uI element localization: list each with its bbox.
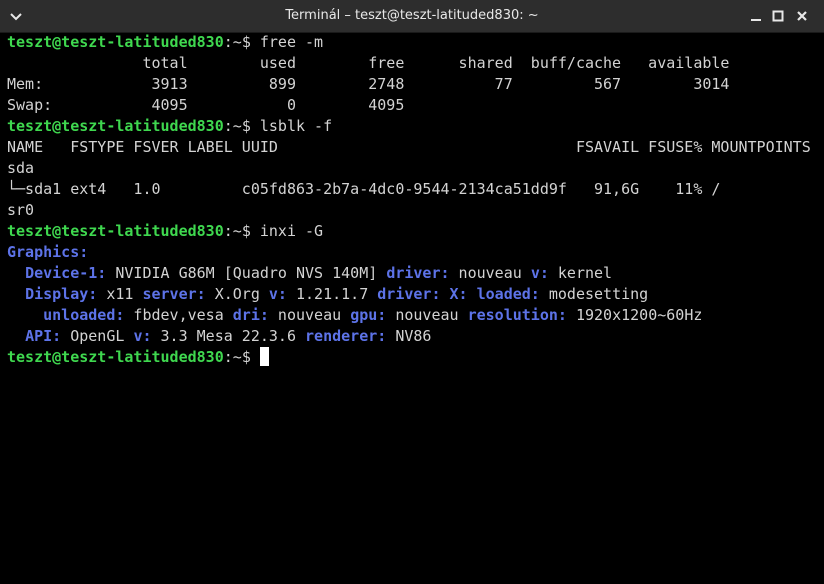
chevron-down-icon[interactable] [6, 6, 26, 26]
command: free -m [259, 33, 324, 51]
prompt-symbol: $ [241, 33, 260, 51]
prompt-user: teszt@teszt-latituded830 [7, 117, 224, 135]
text-cursor [259, 347, 269, 366]
prompt-path: :~ [223, 33, 242, 51]
prompt-user: teszt@teszt-latituded830 [7, 348, 224, 366]
output-line: unloaded: fbdev,vesa dri: nouveau gpu: n… [7, 305, 822, 326]
x-label: X: [449, 285, 468, 303]
output-line: Graphics: [7, 242, 822, 263]
version-label: v: [530, 264, 549, 282]
display-label: Display: [25, 285, 98, 303]
api-label: API: [25, 327, 62, 345]
device-driver: nouveau [449, 264, 531, 282]
output-line: └─sda1 ext4 1.0 c05fd863-2b7a-4dc0-9544-… [7, 180, 721, 198]
prompt-symbol: $ [241, 222, 260, 240]
prompt-line: teszt@teszt-latituded830:~$ lsblk -f [7, 116, 822, 137]
device-version: kernel [548, 264, 613, 282]
prompt-path: :~ [223, 348, 242, 366]
unloaded-label: unloaded: [43, 306, 125, 324]
prompt-user: teszt@teszt-latituded830 [7, 33, 224, 51]
output-line: Mem: 3913 899 2748 77 567 3014 [7, 75, 730, 93]
output-line: sr0 [7, 201, 35, 219]
renderer-label: renderer: [305, 327, 387, 345]
window-title: Terminál – teszt@teszt-latituded830: ~ [285, 8, 539, 23]
prompt-path: :~ [223, 117, 242, 135]
api-value: OpenGL [61, 327, 134, 345]
prompt-line: teszt@teszt-latituded830:~$ free -m [7, 32, 822, 53]
unloaded-value: fbdev,vesa [124, 306, 233, 324]
output-line: Swap: 4095 0 4095 [7, 96, 405, 114]
version-label: v: [133, 327, 152, 345]
minimize-icon[interactable] [746, 6, 766, 26]
resolution-label: resolution: [467, 306, 567, 324]
driver-label: driver: [377, 285, 441, 303]
prompt-path: :~ [223, 222, 242, 240]
prompt-symbol: $ [241, 348, 260, 366]
output-line: Display: x11 server: X.Org v: 1.21.1.7 d… [7, 284, 822, 305]
resolution-value: 1920x1200~60Hz [566, 306, 703, 324]
gpu-value: nouveau [386, 306, 468, 324]
command: lsblk -f [259, 117, 333, 135]
prompt-line: teszt@teszt-latituded830:~$ inxi -G [7, 221, 822, 242]
graphics-label: Graphics: [7, 243, 89, 261]
renderer-value: NV86 [386, 327, 432, 345]
loaded-label: loaded: [476, 285, 540, 303]
output-line: API: OpenGL v: 3.3 Mesa 22.3.6 renderer:… [7, 326, 822, 347]
command: inxi -G [259, 222, 324, 240]
output-line: Device-1: NVIDIA G86M [Quadro NVS 140M] … [7, 263, 822, 284]
output-line: sda [7, 159, 35, 177]
server-value: X.Org [205, 285, 269, 303]
server-version: 1.21.1.7 [286, 285, 378, 303]
version-label: v: [268, 285, 287, 303]
device-value: NVIDIA G86M [Quadro NVS 140M] [106, 264, 387, 282]
prompt-symbol: $ [241, 117, 260, 135]
dri-value: nouveau [268, 306, 351, 324]
window-titlebar[interactable]: Terminál – teszt@teszt-latituded830: ~ [0, 0, 824, 33]
terminal-output[interactable]: teszt@teszt-latituded830:~$ free -m tota… [7, 32, 822, 584]
maximize-icon[interactable] [768, 6, 788, 26]
close-icon[interactable] [792, 6, 812, 26]
output-line: total used free shared buff/cache availa… [7, 54, 730, 72]
driver-label: driver: [386, 264, 450, 282]
device-label: Device-1: [25, 264, 107, 282]
loaded-value: modesetting [539, 285, 649, 303]
display-value: x11 [97, 285, 143, 303]
server-label: server: [142, 285, 206, 303]
output-line: NAME FSTYPE FSVER LABEL UUID FSAVAIL FSU… [7, 138, 811, 156]
dri-label: dri: [232, 306, 269, 324]
prompt-user: teszt@teszt-latituded830 [7, 222, 224, 240]
gpu-label: gpu: [350, 306, 387, 324]
api-version: 3.3 Mesa 22.3.6 [151, 327, 306, 345]
prompt-line[interactable]: teszt@teszt-latituded830:~$ [7, 347, 822, 368]
